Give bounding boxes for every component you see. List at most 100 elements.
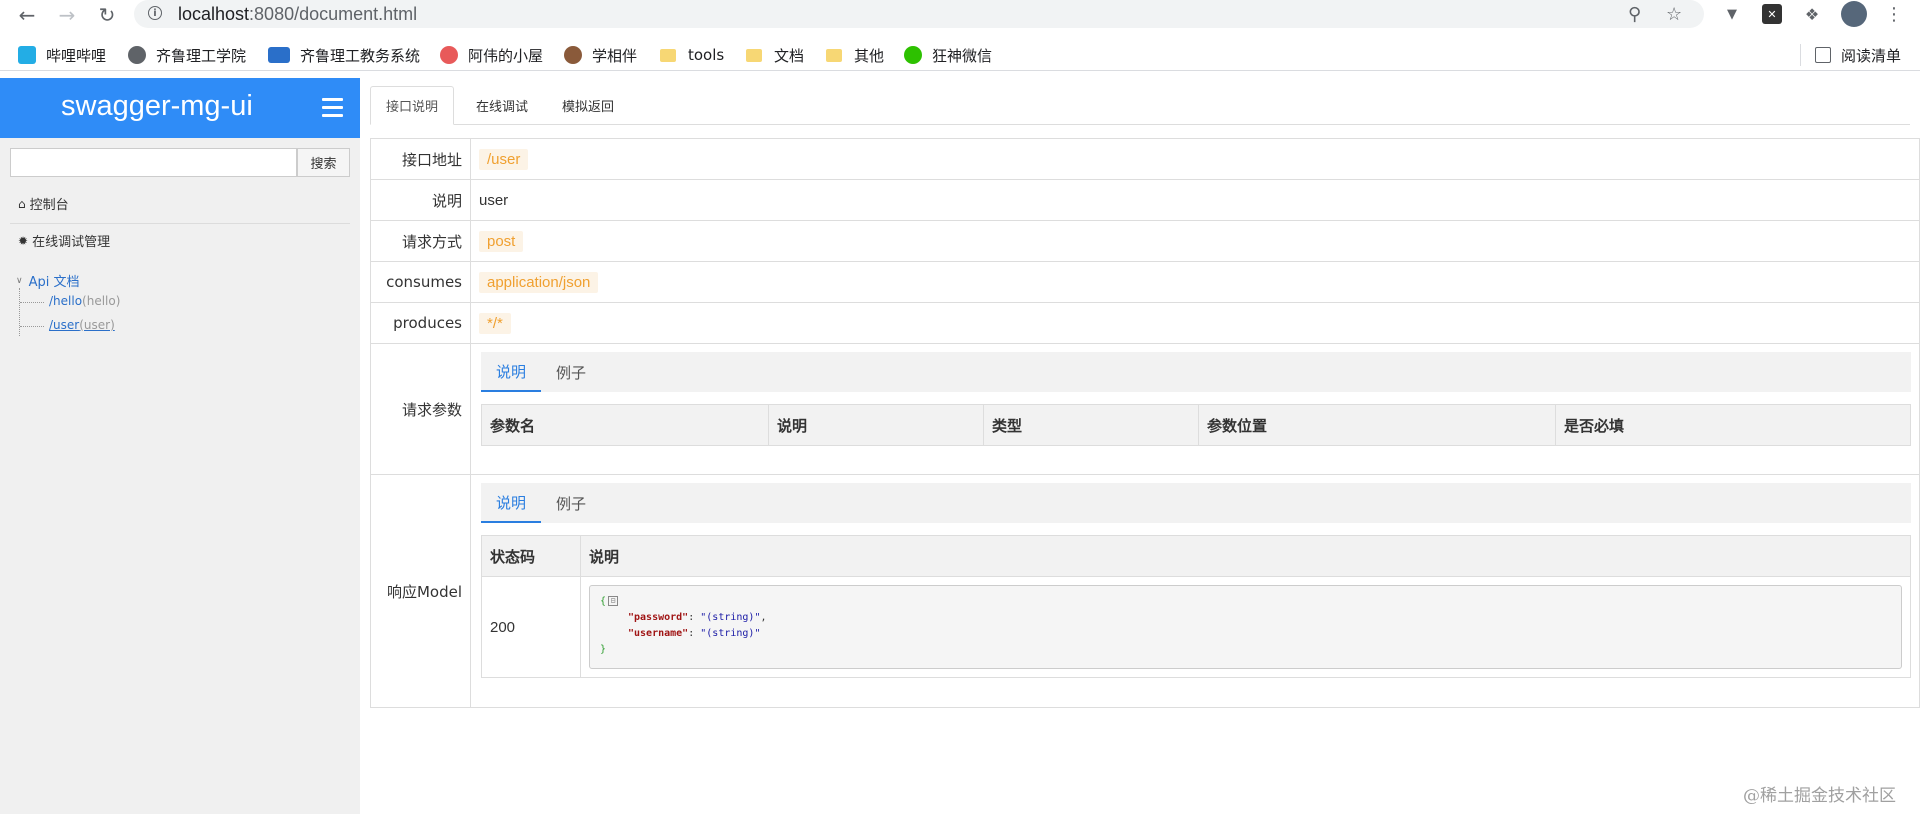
- field-label: 请求方式: [371, 221, 471, 261]
- field-label: 响应Model: [371, 475, 471, 707]
- url-text[interactable]: localhost:8080/document.html: [178, 4, 417, 25]
- sidebar-item-debug-manage[interactable]: ✹ 在线调试管理: [18, 231, 111, 251]
- endpoint-path: /hello: [49, 294, 83, 308]
- tree-root-label: Api 文档: [28, 275, 80, 290]
- tab-api-description[interactable]: 接口说明: [370, 86, 454, 125]
- response-subtabs: 说明 例子: [481, 483, 1911, 523]
- folder-icon: [660, 48, 676, 62]
- reading-list-button[interactable]: 阅读清单: [1800, 44, 1901, 66]
- watermark: @稀土掘金技术社区: [1743, 786, 1896, 806]
- json-key: "password": [628, 612, 689, 623]
- bookmark-label: 齐鲁理工学院: [156, 46, 247, 65]
- address-tag: /user: [479, 148, 529, 170]
- peach-icon: [440, 46, 458, 64]
- produces-tag: */*: [479, 312, 511, 334]
- column-header: 是否必填: [1555, 404, 1911, 446]
- api-detail-table: 接口地址 /user 说明 user 请求方式 post consumes ap…: [370, 138, 1920, 708]
- field-label: consumes: [371, 262, 471, 302]
- bookmark-awei[interactable]: 阿伟的小屋: [440, 44, 543, 66]
- field-label: 请求参数: [371, 344, 471, 474]
- json-brace: {: [600, 596, 607, 607]
- bookmark-others[interactable]: 其他: [826, 44, 884, 66]
- extensions-puzzle-icon[interactable]: ❖: [1802, 4, 1822, 24]
- column-header: 参数名: [481, 404, 769, 446]
- more-menu-icon[interactable]: ⋮: [1884, 4, 1904, 25]
- avatar-icon: [564, 46, 582, 64]
- site-info-icon[interactable]: i: [148, 6, 162, 20]
- subtab-example[interactable]: 例子: [541, 483, 601, 523]
- tab-online-debug[interactable]: 在线调试: [462, 86, 542, 124]
- response-table: 状态码 说明 200 {⊟ "password": "(string)", "u…: [481, 535, 1911, 678]
- x-extension-icon[interactable]: ✕: [1762, 4, 1782, 24]
- tree-connector: [20, 326, 44, 328]
- description-value: user: [479, 191, 509, 209]
- search-button[interactable]: 搜索: [297, 148, 350, 177]
- json-value: "(string)": [700, 628, 761, 639]
- subtab-description[interactable]: 说明: [481, 483, 541, 523]
- method-tag: post: [479, 230, 524, 252]
- sidebar: swagger-mg-ui 搜索 ⌂ 控制台 ✹ 在线调试管理 ∨ Api 文档…: [0, 78, 360, 814]
- row-method: 请求方式 post: [371, 221, 1919, 262]
- bookmark-label: 狂神微信: [932, 46, 993, 65]
- chevron-down-icon: ∨: [16, 275, 23, 286]
- zoom-icon[interactable]: ⚲: [1628, 4, 1641, 25]
- address-bar[interactable]: i localhost:8080/document.html ⚲ ☆: [134, 0, 1704, 28]
- bookmark-label: 学相伴: [592, 46, 638, 65]
- bookmark-docs[interactable]: 文档: [746, 44, 804, 66]
- back-arrow-icon[interactable]: ←: [14, 2, 40, 28]
- row-address: 接口地址 /user: [371, 139, 1919, 180]
- sidebar-item-console[interactable]: ⌂ 控制台: [18, 194, 69, 214]
- globe-icon: [128, 46, 146, 64]
- row-response-model: 响应Model 说明 例子 状态码 说明 200 {⊟ "password": …: [371, 475, 1919, 707]
- table-row: 200 {⊟ "password": "(string)", "username…: [481, 576, 1911, 678]
- bookmark-label: 哔哩哔哩: [46, 46, 107, 65]
- row-description: 说明 user: [371, 180, 1919, 221]
- bookmark-star-icon[interactable]: ☆: [1666, 4, 1682, 25]
- column-header: 类型: [983, 404, 1199, 446]
- bookmark-label: tools: [688, 46, 725, 64]
- column-header: 说明: [580, 535, 1911, 577]
- vue-extension-icon[interactable]: ▼: [1722, 4, 1742, 24]
- subtab-description[interactable]: 说明: [481, 352, 541, 392]
- subtab-example[interactable]: 例子: [541, 352, 601, 392]
- endpoint-name: (user): [79, 318, 115, 332]
- bookmark-bilibili[interactable]: 哔哩哔哩: [18, 44, 106, 66]
- status-code: 200: [481, 576, 581, 678]
- endpoint-name: (hello): [82, 294, 121, 308]
- bookmark-label: 齐鲁理工教务系统: [300, 46, 421, 65]
- row-produces: produces */*: [371, 303, 1919, 344]
- sidebar-item-label: 在线调试管理: [32, 235, 111, 250]
- bookmark-label: 其他: [854, 46, 885, 65]
- tree-api-docs[interactable]: ∨ Api 文档: [16, 271, 79, 290]
- bookmark-label: 文档: [774, 46, 805, 65]
- hamburger-menu-icon[interactable]: [322, 98, 343, 118]
- profile-avatar-icon[interactable]: [1841, 1, 1867, 27]
- tree-item-hello[interactable]: /hello(hello): [49, 294, 120, 308]
- field-label: produces: [371, 303, 471, 343]
- column-header: 参数位置: [1198, 404, 1556, 446]
- json-viewer: {⊟ "password": "(string)", "username": "…: [589, 585, 1902, 669]
- field-label: 接口地址: [371, 139, 471, 179]
- tree-connector: [20, 302, 44, 304]
- collapse-toggle-icon[interactable]: ⊟: [608, 596, 619, 606]
- json-brace: }: [600, 644, 607, 655]
- app-title: swagger-mg-ui: [61, 90, 253, 122]
- tree-item-user[interactable]: /user(user): [49, 318, 115, 332]
- bookmark-qlit[interactable]: 齐鲁理工学院: [128, 44, 246, 66]
- bookmark-wechat[interactable]: 狂神微信: [904, 44, 992, 66]
- search-input[interactable]: [10, 148, 297, 177]
- tab-mock-response[interactable]: 模拟返回: [546, 86, 630, 124]
- json-separator: ,: [760, 612, 767, 623]
- wechat-icon: [904, 46, 922, 64]
- reload-icon[interactable]: ↻: [94, 2, 120, 28]
- forward-arrow-icon[interactable]: →: [54, 2, 80, 28]
- row-consumes: consumes application/json: [371, 262, 1919, 303]
- bookmark-label: 阿伟的小屋: [468, 46, 544, 65]
- bookmark-tools[interactable]: tools: [660, 44, 724, 66]
- bookmark-qlit-jwxt[interactable]: 齐鲁理工教务系统: [268, 44, 420, 66]
- reading-list-icon: [1815, 47, 1831, 63]
- bookmark-xuexiangban[interactable]: 学相伴: [564, 44, 637, 66]
- json-value: "(string)": [700, 612, 761, 623]
- row-request-params: 请求参数 说明 例子 参数名 说明 类型 参数位置 是否必填: [371, 344, 1919, 475]
- request-subtabs: 说明 例子: [481, 352, 1911, 392]
